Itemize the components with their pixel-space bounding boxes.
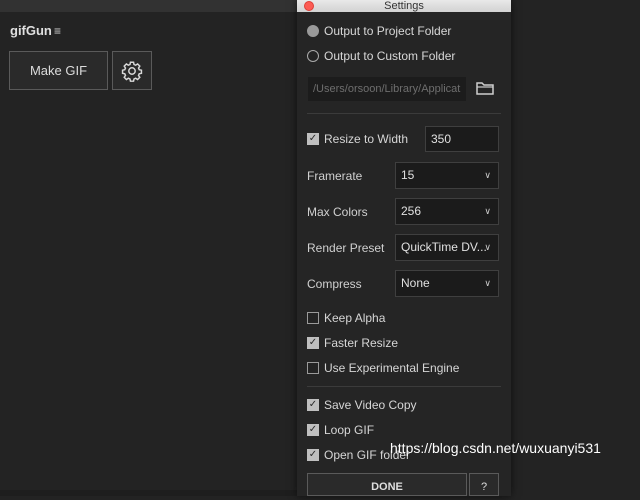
loop-gif-label: Loop GIF [324,423,375,437]
faster-resize-row[interactable]: ✓ Faster Resize [307,334,398,352]
framerate-value: 15 [401,168,415,182]
compress-select[interactable]: None ∨ [395,270,499,297]
checkbox-checked-icon[interactable]: ✓ [307,399,319,411]
help-button[interactable]: ? [469,473,499,496]
output-custom-radio[interactable]: Output to Custom Folder [307,46,455,66]
output-custom-label: Output to Custom Folder [324,49,456,63]
keep-alpha-row[interactable]: Keep Alpha [307,309,385,327]
divider [307,386,501,387]
panel-body [0,45,298,496]
radio-unselected-icon[interactable] [307,50,319,62]
settings-dialog: Settings Output to Project Folder Output… [297,0,511,496]
maxcolors-select[interactable]: 256 ∨ [395,198,499,225]
compress-value: None [401,276,430,290]
panel-top-bar [0,0,298,12]
divider [307,113,501,114]
done-button[interactable]: DONE [307,473,467,496]
checkbox-checked-icon[interactable]: ✓ [307,133,319,145]
chevron-down-icon: ∨ [484,170,491,180]
render-preset-value: QuickTime DV... [401,240,487,254]
maxcolors-value: 256 [401,204,422,218]
close-icon[interactable] [304,1,314,11]
settings-button[interactable] [112,51,152,90]
resize-width-input[interactable]: 350 [425,126,499,152]
gear-icon [121,61,143,82]
output-project-radio[interactable]: Output to Project Folder [307,21,451,41]
render-preset-select[interactable]: QuickTime DV... ∨ [395,234,499,261]
dialog-titlebar: Settings [297,0,511,12]
make-gif-button[interactable]: Make GIF [9,51,108,90]
framerate-label: Framerate [307,169,363,183]
maxcolors-label: Max Colors [307,205,368,219]
chevron-down-icon: ∨ [484,278,491,288]
radio-selected-icon[interactable] [307,25,319,37]
watermark-url: https://blog.csdn.net/wuxuanyi531 [390,440,601,456]
checkbox-checked-icon[interactable]: ✓ [307,337,319,349]
folder-icon[interactable] [475,78,497,100]
custom-path-field[interactable]: /Users/orsoon/Library/Applicat [308,77,466,101]
keep-alpha-label: Keep Alpha [324,311,386,325]
dialog-title: Settings [384,0,424,12]
chevron-down-icon: ∨ [484,206,491,216]
output-project-label: Output to Project Folder [324,24,452,38]
panel-bottom-edge [0,490,298,496]
hamburger-icon[interactable]: ≡ [54,24,61,38]
faster-resize-label: Faster Resize [324,336,399,350]
resize-checkbox-row[interactable]: ✓ Resize to Width [307,130,408,148]
checkbox-unchecked-icon[interactable] [307,362,319,374]
compress-label: Compress [307,277,362,291]
save-video-label: Save Video Copy [324,398,417,412]
checkbox-checked-icon[interactable]: ✓ [307,424,319,436]
chevron-down-icon: ∨ [484,242,491,252]
experimental-engine-row[interactable]: Use Experimental Engine [307,359,459,377]
framerate-select[interactable]: 15 ∨ [395,162,499,189]
render-preset-label: Render Preset [307,241,385,255]
checkbox-checked-icon[interactable]: ✓ [307,449,319,461]
loop-gif-row[interactable]: ✓ Loop GIF [307,421,374,439]
resize-label: Resize to Width [324,132,409,146]
save-video-row[interactable]: ✓ Save Video Copy [307,396,417,414]
experimental-label: Use Experimental Engine [324,361,460,375]
checkbox-unchecked-icon[interactable] [307,312,319,324]
panel-title: gifGun [10,23,52,38]
